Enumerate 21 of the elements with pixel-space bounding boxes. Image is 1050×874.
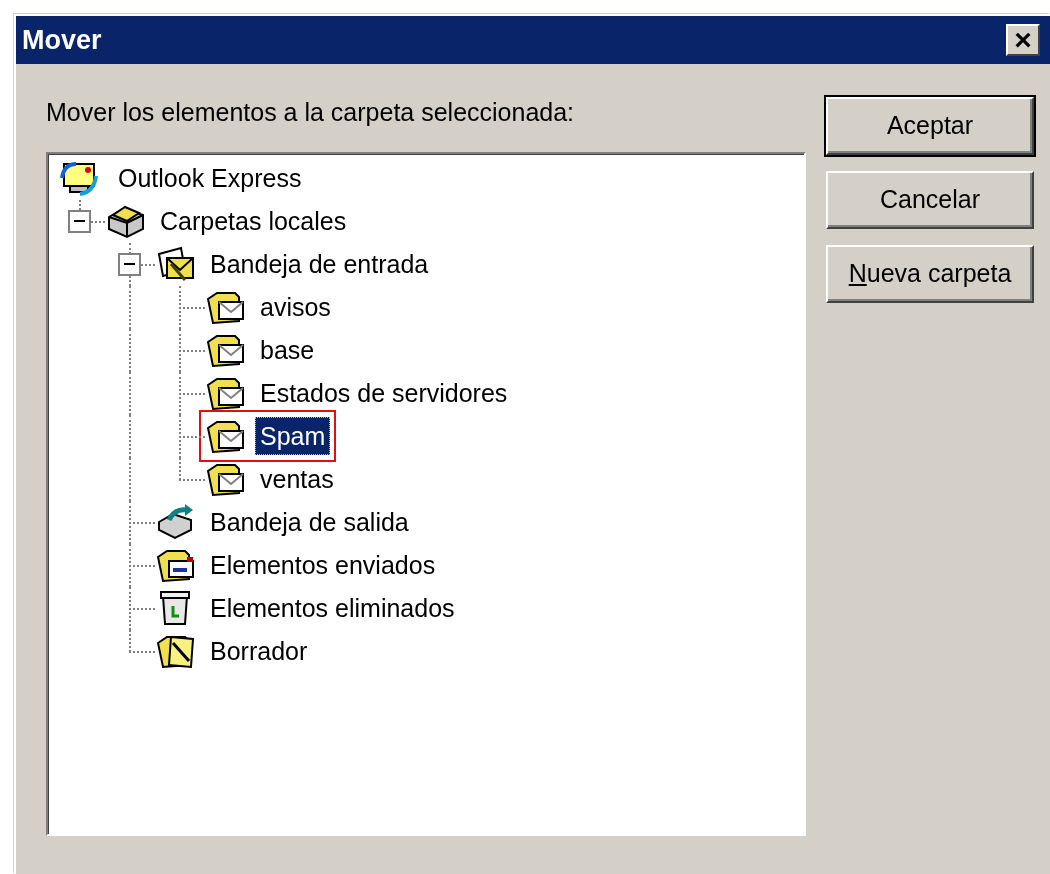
tree-item[interactable]: Outlook Express bbox=[113, 159, 307, 197]
close-button[interactable]: × bbox=[1006, 24, 1040, 56]
tree-item[interactable]: avisos bbox=[255, 288, 336, 326]
tree-item[interactable]: base bbox=[255, 331, 320, 369]
tree-item[interactable]: Carpetas locales bbox=[155, 202, 352, 240]
tree-item[interactable]: Borrador bbox=[205, 632, 313, 670]
collapse-toggle[interactable] bbox=[118, 252, 141, 276]
tree-item[interactable]: Bandeja de entrada bbox=[205, 245, 434, 283]
dialog-button[interactable]: Aceptar bbox=[826, 97, 1034, 155]
window-title: Mover bbox=[22, 23, 102, 57]
dialog-button[interactable]: Cancelar bbox=[826, 171, 1034, 229]
prompt-label: Mover los elementos a la carpeta seleccionada: bbox=[46, 97, 576, 128]
dialog-button[interactable]: Nueva carpeta bbox=[826, 245, 1034, 303]
inbox-icon bbox=[155, 244, 197, 284]
tree-item[interactable]: Elementos eliminados bbox=[205, 589, 460, 627]
tree-item[interactable]: Estados de servidores bbox=[255, 374, 513, 412]
tree-item[interactable]: Spam bbox=[255, 417, 331, 455]
collapse-toggle[interactable] bbox=[68, 209, 91, 233]
tree-item[interactable]: ventas bbox=[255, 460, 339, 498]
tree-item[interactable]: Elementos enviados bbox=[205, 546, 441, 584]
tree-item[interactable]: Bandeja de salida bbox=[205, 503, 414, 541]
